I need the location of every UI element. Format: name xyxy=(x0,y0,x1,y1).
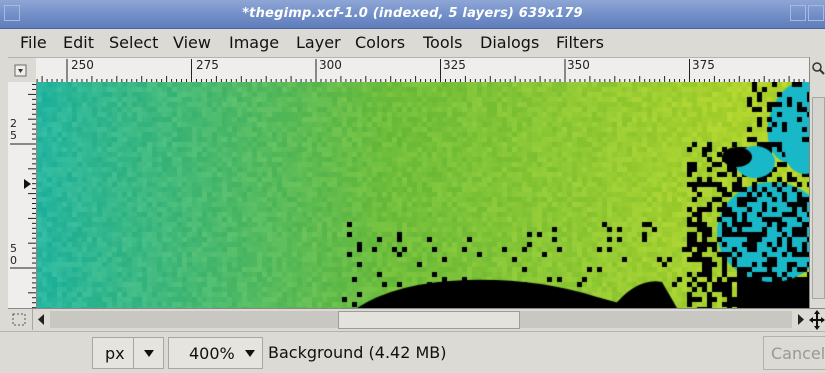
menu-filters[interactable]: Filters xyxy=(556,33,604,52)
ruler-label-250: 250 xyxy=(71,58,94,72)
cancel-button-label: Cancel xyxy=(771,344,825,363)
zoom-value[interactable]: 400% xyxy=(189,344,235,363)
scroll-left-arrow-icon[interactable] xyxy=(34,309,48,330)
menu-image[interactable]: Image xyxy=(229,33,279,52)
unit-combo[interactable]: px xyxy=(92,337,164,369)
ruler-label-275: 275 xyxy=(196,58,219,72)
menu-select[interactable]: Select xyxy=(109,33,158,52)
unit-dropdown-button[interactable] xyxy=(133,338,164,368)
chevron-down-icon xyxy=(144,350,154,357)
ruler-pointer-icon xyxy=(24,179,31,189)
image-menu-arrow-icon[interactable] xyxy=(8,58,36,83)
canvas-pixels[interactable] xyxy=(37,82,809,308)
navigate-button[interactable] xyxy=(809,308,825,331)
vertical-ruler[interactable]: 2 5 5 0 xyxy=(8,82,37,308)
vertical-scrollbar[interactable] xyxy=(809,57,825,330)
zoom-combo[interactable]: 400% xyxy=(168,337,263,369)
image-canvas[interactable] xyxy=(37,82,809,308)
ruler-label-375: 375 xyxy=(692,58,715,72)
horizontal-scrollbar[interactable] xyxy=(8,308,809,331)
title-bar[interactable]: *thegimp.xcf-1.0 (indexed, 5 layers) 639… xyxy=(0,0,825,29)
menu-dialogs[interactable]: Dialogs xyxy=(480,33,539,52)
layer-info-label: Background (4.42 MB) xyxy=(268,343,447,362)
window-left-edge xyxy=(0,29,8,331)
window-minimize-button[interactable] xyxy=(790,5,806,21)
status-bar: px 400% Background (4.42 MB) Cancel xyxy=(0,331,825,373)
scroll-right-arrow-icon[interactable] xyxy=(794,309,808,330)
ruler-v-label-0: 0 xyxy=(10,254,17,267)
ruler-v-label-5a: 5 xyxy=(10,129,17,142)
ruler-v-label-2a: 2 xyxy=(10,117,17,130)
menu-file[interactable]: File xyxy=(20,33,47,52)
menu-bar: File Edit Select View Image Layer Colors… xyxy=(0,29,825,56)
ruler-v-label-5b: 5 xyxy=(10,242,17,255)
vertical-ruler-ticks xyxy=(10,83,36,308)
zoom-icon[interactable] xyxy=(810,57,825,83)
ruler-label-300: 300 xyxy=(319,58,342,72)
ruler-corner[interactable] xyxy=(8,57,36,84)
menu-tools[interactable]: Tools xyxy=(423,33,462,52)
navigate-cross-icon[interactable] xyxy=(809,309,825,331)
ruler-label-350: 350 xyxy=(567,58,590,72)
quick-mask-icon[interactable] xyxy=(8,309,32,330)
menu-edit[interactable]: Edit xyxy=(63,33,94,52)
zoom-dropdown-icon[interactable] xyxy=(241,338,261,368)
window-title: *thegimp.xcf-1.0 (indexed, 5 layers) 639… xyxy=(242,6,583,21)
gimp-image-window: *thegimp.xcf-1.0 (indexed, 5 layers) 639… xyxy=(0,0,825,373)
quick-mask-toggle[interactable] xyxy=(8,309,33,330)
vertical-scroll-thumb[interactable] xyxy=(812,97,825,299)
menu-view[interactable]: View xyxy=(173,33,211,52)
ruler-label-325: 325 xyxy=(443,58,466,72)
menu-colors[interactable]: Colors xyxy=(355,33,405,52)
horizontal-ruler[interactable]: 250 275 300 325 350 375 xyxy=(36,57,809,84)
horizontal-scroll-thumb[interactable] xyxy=(338,311,520,329)
window-close-button[interactable] xyxy=(808,5,824,21)
menu-layer[interactable]: Layer xyxy=(296,33,341,52)
unit-value: px xyxy=(105,344,125,363)
cancel-button[interactable]: Cancel xyxy=(763,336,825,370)
